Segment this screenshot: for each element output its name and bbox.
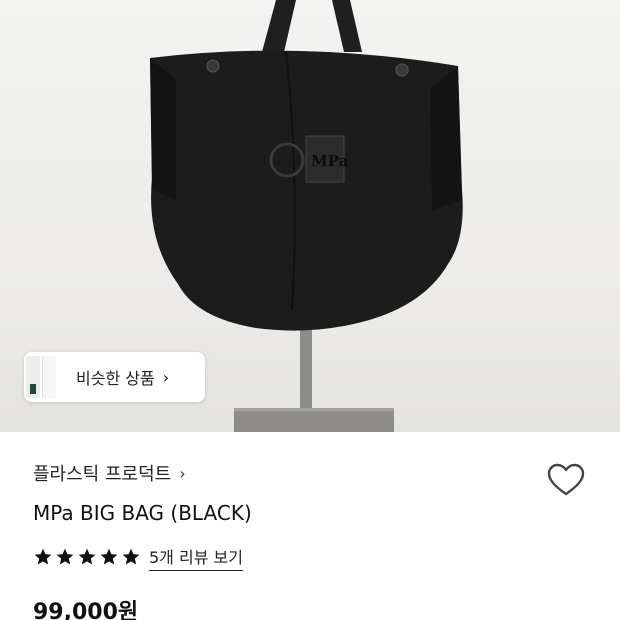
review-link[interactable]: 5개 리뷰 보기	[149, 544, 243, 571]
star-filled-icon	[78, 548, 96, 565]
chevron-right-icon: ›	[179, 463, 186, 483]
star-filled-icon	[122, 548, 140, 565]
bag-logo-text: MPa	[311, 152, 348, 170]
brand-link[interactable]: 플라스틱 프로덕트 ›	[33, 460, 186, 486]
wishlist-button[interactable]	[546, 462, 586, 498]
star-filled-icon	[34, 548, 52, 565]
similar-products-label: 비슷한 상품	[76, 369, 155, 388]
similar-products-thumbnails	[24, 352, 60, 402]
similar-products-button[interactable]: 비슷한 상품 ›	[24, 352, 205, 402]
heart-outline-icon	[547, 463, 585, 496]
bag-handle-right	[332, 0, 362, 52]
rating-stars	[33, 547, 141, 567]
product-title: MPa BIG BAG (BLACK)	[33, 501, 252, 525]
star-filled-icon	[56, 548, 74, 565]
chevron-right-icon: ›	[162, 367, 170, 387]
bag-handle-left	[262, 0, 296, 52]
product-price: 99,000원	[33, 600, 139, 620]
rating-row: 5개 리뷰 보기	[33, 543, 243, 571]
brand-name: 플라스틱 프로덕트	[33, 464, 172, 485]
bag-snap-right	[395, 63, 409, 77]
bag-snap-left	[206, 59, 220, 73]
stand-base	[234, 408, 394, 432]
bag-body	[150, 50, 463, 331]
star-filled-icon	[100, 548, 118, 565]
